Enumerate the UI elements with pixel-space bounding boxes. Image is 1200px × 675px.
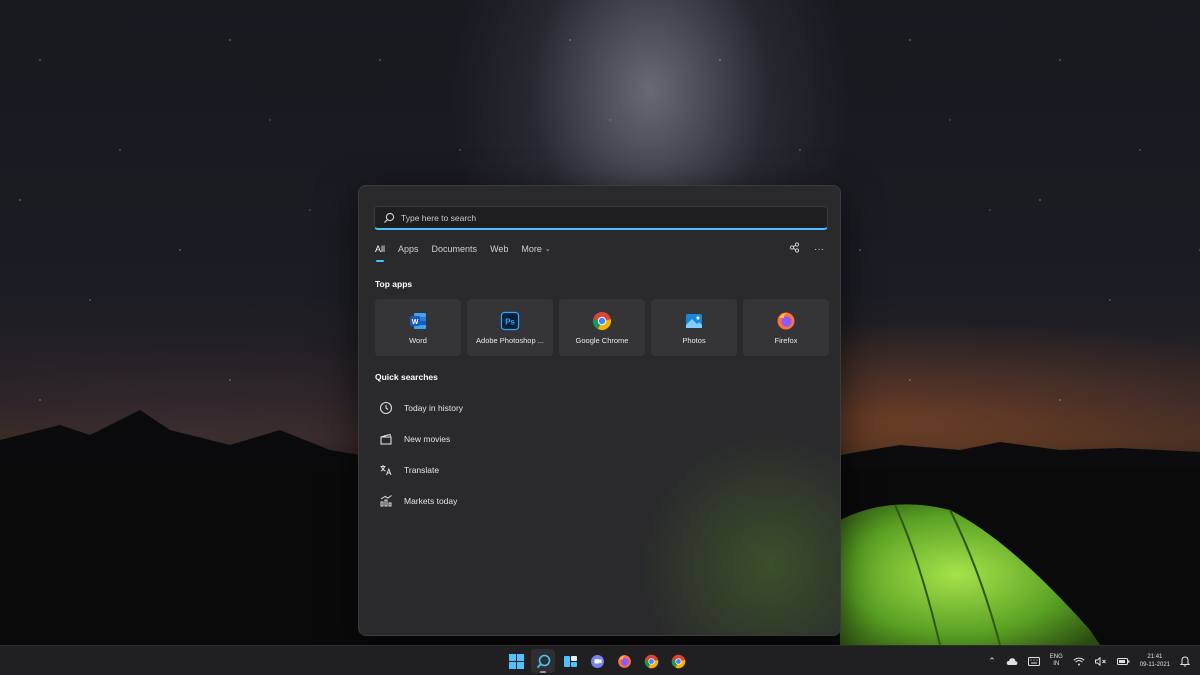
clapperboard-icon <box>380 433 392 445</box>
tab-more[interactable]: More ⌄ <box>521 242 550 262</box>
taskbar-firefox-button[interactable] <box>612 649 636 673</box>
language-indicator[interactable]: ENG IN <box>1050 654 1063 668</box>
chrome-icon <box>593 311 611 330</box>
chevron-up-icon[interactable]: ⌃ <box>988 656 996 667</box>
battery-icon[interactable] <box>1116 657 1130 666</box>
flyout-glow <box>640 435 840 635</box>
quick-search-markets-today[interactable]: Markets today <box>379 485 463 516</box>
windows-logo-icon <box>508 653 524 669</box>
app-tile-photos[interactable]: Photos <box>651 299 737 356</box>
word-icon: W <box>410 312 426 329</box>
svg-text:W: W <box>412 319 419 326</box>
quick-search-new-movies[interactable]: New movies <box>379 423 463 454</box>
chart-icon <box>380 494 392 506</box>
wifi-icon[interactable] <box>1073 657 1085 666</box>
firefox-icon <box>617 654 631 668</box>
chrome-icon <box>644 654 658 668</box>
chevron-down-icon: ⌄ <box>544 246 551 253</box>
task-view-icon <box>563 655 577 667</box>
app-tile-firefox[interactable]: Firefox <box>743 299 829 356</box>
top-apps-title: Top apps <box>375 279 413 289</box>
search-icon <box>536 654 550 668</box>
quick-searches-title: Quick searches <box>375 372 438 382</box>
taskbar: ⌃ ENG IN 21:41 09-11-2021 <box>0 645 1200 675</box>
speaker-muted-icon[interactable] <box>1094 656 1107 666</box>
search-input[interactable] <box>401 212 801 223</box>
tab-apps[interactable]: Apps <box>398 242 419 262</box>
search-flyout: All Apps Documents Web More ⌄ ··· Top ap… <box>358 185 841 636</box>
quick-searches-list: Today in history New movies Translate Ma… <box>379 392 463 516</box>
tab-documents[interactable]: Documents <box>432 242 478 262</box>
taskbar-chrome-button[interactable] <box>639 649 663 673</box>
more-options-icon[interactable]: ··· <box>814 244 824 255</box>
teams-chat-button[interactable] <box>585 649 609 673</box>
notifications-icon[interactable] <box>1180 655 1190 667</box>
cloud-icon[interactable] <box>1006 657 1018 666</box>
task-view-button[interactable] <box>558 649 582 673</box>
taskbar-apps <box>504 649 690 673</box>
keyboard-icon[interactable] <box>1027 656 1040 666</box>
firefox-icon <box>777 312 795 329</box>
system-tray: ⌃ ENG IN 21:41 09-11-2021 <box>988 646 1190 675</box>
search-icon <box>383 212 395 224</box>
tab-web[interactable]: Web <box>490 242 508 262</box>
top-apps-grid: W Word Ps Adobe Photoshop ... Google Chr… <box>375 299 829 356</box>
tab-actions: ··· <box>789 242 824 256</box>
app-tile-chrome[interactable]: Google Chrome <box>559 299 645 356</box>
taskbar-chrome-button-2[interactable] <box>666 649 690 673</box>
photos-icon <box>686 313 702 328</box>
share-icon[interactable] <box>789 242 800 256</box>
clock-icon <box>379 401 393 414</box>
tab-all[interactable]: All <box>375 242 385 262</box>
green-tent <box>840 504 1100 645</box>
taskbar-search-button[interactable] <box>531 649 555 673</box>
search-box[interactable] <box>374 206 828 230</box>
chrome-icon <box>671 654 685 668</box>
clock[interactable]: 21:41 09-11-2021 <box>1140 653 1170 669</box>
app-tile-photoshop[interactable]: Ps Adobe Photoshop ... <box>467 299 553 356</box>
app-tile-word[interactable]: W Word <box>375 299 461 356</box>
start-button[interactable] <box>504 649 528 673</box>
svg-text:Ps: Ps <box>505 317 515 326</box>
quick-search-translate[interactable]: Translate <box>379 454 463 485</box>
translate-icon <box>380 464 392 475</box>
search-tabs: All Apps Documents Web More ⌄ <box>375 242 564 262</box>
quick-search-today-in-history[interactable]: Today in history <box>379 392 463 423</box>
photoshop-icon: Ps <box>500 311 520 330</box>
chat-icon <box>590 654 604 668</box>
